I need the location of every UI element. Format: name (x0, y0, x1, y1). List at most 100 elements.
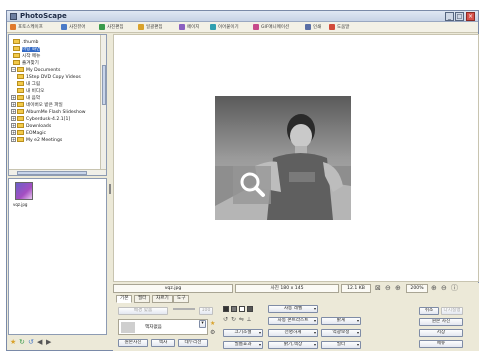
dropdown-arrow-icon: ▾ (313, 330, 316, 335)
tab-help[interactable]: 도움말 (329, 23, 349, 32)
tree-item[interactable]: 내 비디오 (17, 88, 44, 95)
tree-item[interactable]: 내 그림 (17, 81, 40, 88)
tab-tools[interactable]: 도구 (173, 295, 190, 303)
save-button[interactable]: 저장 (419, 329, 463, 337)
sharpen-button[interactable]: 선명하게 ▾ (268, 329, 318, 337)
expand-icon[interactable]: + (11, 95, 16, 100)
close-button[interactable]: × (466, 12, 475, 21)
scroll-thumb[interactable] (17, 171, 87, 175)
frame-settings-icon[interactable]: ⚙ (210, 330, 215, 336)
redo-button[interactable]: 다시실행 (441, 307, 463, 315)
info-icon[interactable]: ⓘ (451, 284, 458, 293)
tree-item[interactable]: .thumb (13, 39, 38, 46)
folder-tree[interactable]: .thumb 바탕 화면 시작 메뉴 즐겨찾기 − My Documents 1S… (8, 34, 107, 176)
black-frame-icon[interactable] (223, 306, 229, 312)
tree-item[interactable]: + 네이버오 받은 파일 (11, 102, 63, 109)
tree-item[interactable]: 1Step DVD Copy Videos (17, 74, 81, 81)
expand-icon[interactable]: + (11, 123, 16, 128)
auto-level-button[interactable]: 자동 레벨 ▾ (268, 305, 318, 313)
frame-selector[interactable]: 액자없음 (118, 319, 208, 335)
tree-item[interactable]: − My Documents (11, 67, 60, 74)
dropdown-arrow-icon: ▾ (356, 330, 359, 335)
tree-item[interactable]: + AlbumMe Flash Slideshow (11, 109, 86, 116)
zoom-minus-icon[interactable]: ⊖ (441, 284, 447, 293)
refresh-icon[interactable]: ↻ (19, 339, 25, 346)
tree-item[interactable]: + Downloads (11, 123, 51, 130)
rotate-icon[interactable]: ↺ (28, 339, 34, 346)
tab-filter[interactable]: 필터 (134, 295, 151, 303)
tab-page[interactable]: 페이지 (179, 23, 199, 32)
tab-viewer[interactable]: 사진뷰어 (61, 23, 86, 32)
film-effect-button[interactable]: 필름효과 ▾ (223, 341, 263, 349)
frame-line-button[interactable]: 테두리선 (178, 339, 208, 347)
folder-icon (13, 46, 20, 51)
zoom-out-icon[interactable]: ⊖ (385, 284, 391, 293)
image-view[interactable] (113, 34, 479, 282)
favorite-star-icon[interactable]: ★ (210, 321, 215, 327)
backlight-button[interactable]: 역광보정 ▾ (321, 329, 361, 337)
dropdown-arrow-icon: ▾ (313, 306, 316, 311)
original-photo-button[interactable]: 원본사진 (118, 339, 148, 347)
fit-icon[interactable]: ⊠ (375, 284, 381, 293)
resize-button[interactable]: 크기조절 ▾ (223, 329, 263, 337)
menu-button[interactable]: 메뉴 (419, 340, 463, 348)
frame-dropdown[interactable]: ▾ (199, 320, 206, 328)
prev-icon[interactable]: ◀ (37, 339, 42, 346)
white-frame-icon[interactable] (239, 306, 245, 312)
photo-canvas[interactable] (215, 96, 351, 220)
tab-home[interactable]: 기본 (116, 295, 133, 303)
gray-frame-icon[interactable] (231, 306, 237, 312)
tab-crop[interactable]: 자르기 (152, 295, 173, 303)
scroll-thumb[interactable] (102, 65, 106, 105)
filter-button[interactable]: 필터 ▾ (321, 341, 361, 349)
image-thumbnail[interactable] (15, 182, 33, 200)
zoom-level[interactable]: 200% (406, 284, 428, 293)
shadow-frame-icon[interactable] (247, 306, 253, 312)
brightness-color-button[interactable]: 밝기,색상 ▾ (268, 341, 318, 349)
tab-editor[interactable]: 사진편집 (99, 23, 124, 32)
minimize-button[interactable]: _ (445, 12, 454, 21)
brighten-button[interactable]: 밝게 ▾ (321, 317, 361, 325)
tree-horizontal-scrollbar[interactable] (9, 169, 106, 175)
expand-icon[interactable]: + (11, 116, 16, 121)
flip-icon[interactable]: ⇋ (239, 317, 244, 323)
zoom-overlay[interactable] (233, 166, 271, 204)
expand-icon[interactable]: + (11, 137, 16, 142)
gif-icon (253, 24, 259, 30)
star-icon[interactable]: ★ (10, 339, 16, 346)
zoom-in-icon[interactable]: ⊕ (395, 284, 401, 293)
tree-item[interactable]: + My e2 Meetings (11, 137, 62, 144)
expand-icon[interactable]: + (11, 109, 16, 114)
undo-button[interactable]: 취소 (419, 307, 439, 315)
auto-fit-button[interactable]: 배경 맞춤 (118, 307, 168, 315)
tree-item[interactable]: + 내 음악 (11, 95, 40, 102)
frame-button[interactable]: 액자 (151, 339, 175, 347)
expand-icon[interactable]: + (11, 130, 16, 135)
straighten-icon[interactable]: ⟂ (247, 317, 251, 323)
tree-item[interactable]: 시작 메뉴 (13, 53, 40, 60)
tree-item[interactable]: 바탕 화면 (13, 46, 41, 53)
tab-gif[interactable]: GIF애니메이션 (253, 23, 289, 32)
splitter-grip[interactable] (109, 184, 111, 194)
tree-item[interactable]: + EOMagic (11, 130, 46, 137)
tab-combine[interactable]: 이어붙이기 (210, 23, 239, 32)
revert-button[interactable]: 원본 사진 (419, 318, 463, 326)
next-icon[interactable]: ▶ (46, 339, 51, 346)
tree-item[interactable]: 즐겨찾기 (13, 60, 39, 67)
rotate-right-icon[interactable]: ↻ (231, 317, 236, 323)
panel-splitter[interactable] (108, 34, 112, 350)
tab-print[interactable]: 인쇄 (305, 23, 321, 32)
size-slider[interactable] (173, 308, 195, 310)
size-value[interactable]: 100 (199, 307, 213, 315)
expand-icon[interactable]: + (11, 102, 16, 107)
tab-batch[interactable]: 일괄편집 (138, 23, 163, 32)
auto-contrast-button[interactable]: 자동 콘트라스트 ▾ (268, 317, 318, 325)
collapse-icon[interactable]: − (11, 67, 16, 72)
zoom-plus-icon[interactable]: ⊕ (431, 284, 437, 293)
tree-item[interactable]: + Cyberdusk-4.2.1[1] (11, 116, 70, 123)
tab-photoscape[interactable]: 포토스케이프 (10, 23, 43, 32)
tree-vertical-scrollbar[interactable] (100, 35, 106, 175)
folder-icon (13, 53, 20, 58)
maximize-button[interactable]: □ (455, 12, 464, 21)
rotate-left-icon[interactable]: ↺ (223, 317, 228, 323)
